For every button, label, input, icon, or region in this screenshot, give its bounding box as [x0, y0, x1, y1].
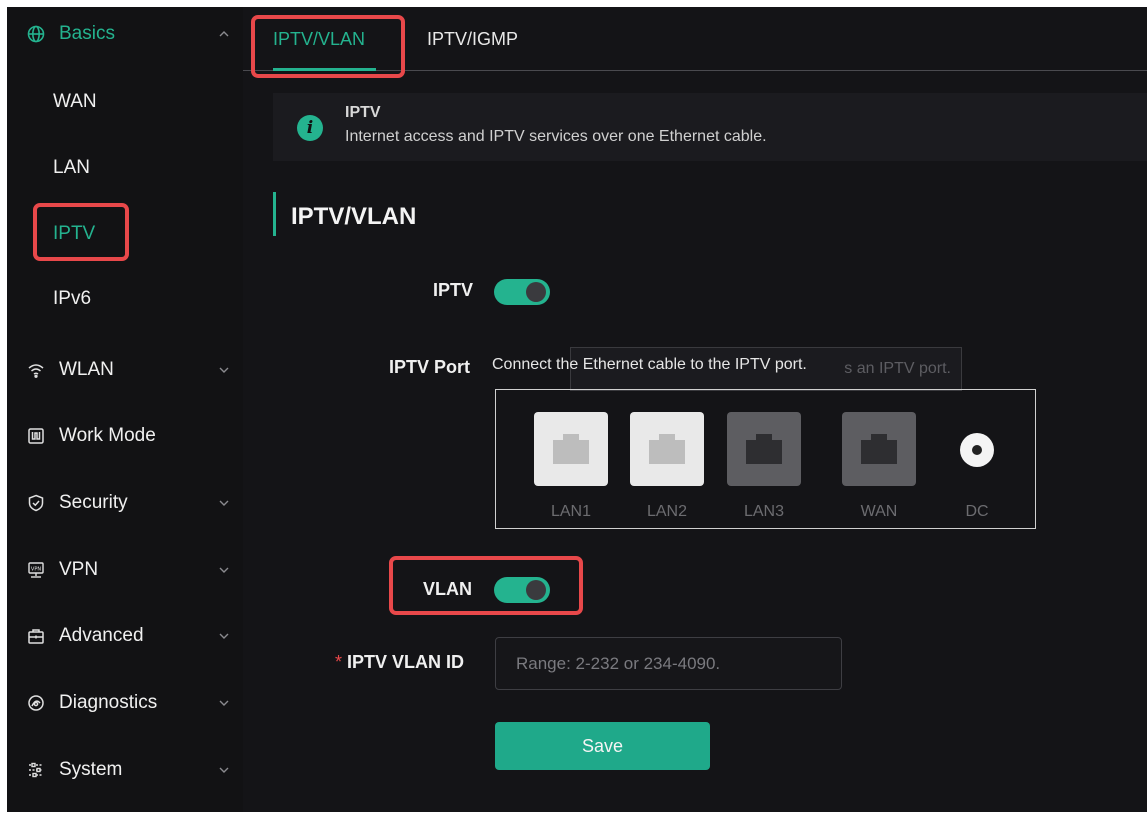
- sidebar-group-diagnostics[interactable]: Diagnostics: [7, 683, 243, 723]
- tab-bar: IPTV/VLAN IPTV/IGMP: [243, 7, 1147, 71]
- chevron-down-icon[interactable]: [217, 629, 231, 643]
- diagnostics-icon: [27, 694, 45, 712]
- toggle-knob: [526, 580, 546, 600]
- sidebar-group-advanced[interactable]: Advanced: [7, 616, 243, 656]
- vlan-id-label-row: * IPTV VLAN ID: [335, 652, 464, 673]
- sidebar-group-wlan[interactable]: WLAN: [7, 350, 243, 390]
- sidebar-group-label: System: [59, 759, 123, 780]
- sidebar-group-label: Security: [59, 492, 128, 513]
- vlan-toggle[interactable]: [494, 577, 550, 603]
- port-lan3[interactable]: [727, 412, 801, 486]
- port-label: DC: [965, 503, 989, 520]
- tooltip-ghost-text: s an IPTV port.: [844, 360, 951, 377]
- info-banner: i IPTV Internet access and IPTV services…: [273, 93, 1147, 161]
- tab-iptv-igmp[interactable]: IPTV/IGMP: [427, 29, 518, 50]
- required-mark: *: [335, 652, 343, 672]
- iptv-port-label: IPTV Port: [389, 357, 471, 377]
- section-title: IPTV/VLAN: [291, 203, 417, 230]
- ethernet-port-icon: [746, 434, 782, 464]
- info-icon: i: [297, 115, 323, 141]
- port-label: LAN2: [646, 503, 688, 520]
- sidebar-group-label: WLAN: [59, 359, 114, 380]
- sidebar-group-label: Basics: [59, 23, 115, 44]
- port-lan1[interactable]: [534, 412, 608, 486]
- port-label: WAN: [860, 503, 898, 520]
- iptv-toggle[interactable]: [494, 279, 550, 305]
- chevron-down-icon[interactable]: [217, 496, 231, 510]
- sidebar-group-label: Diagnostics: [59, 692, 158, 713]
- chevron-down-icon[interactable]: [217, 696, 231, 710]
- vlan-id-label: IPTV VLAN ID: [347, 652, 465, 672]
- sidebar-item-iptv[interactable]: IPTV: [53, 219, 95, 249]
- toggle-knob: [526, 282, 546, 302]
- port-label: LAN3: [743, 503, 785, 520]
- sidebar-item-lan[interactable]: LAN: [53, 153, 90, 183]
- shield-icon: [27, 494, 45, 512]
- iptv-port-hint: Connect the Ethernet cable to the IPTV p…: [492, 356, 807, 373]
- save-button[interactable]: Save: [495, 722, 710, 770]
- chevron-down-icon[interactable]: [217, 763, 231, 777]
- router-admin-app: Basics WAN LAN IPTV IPv6 WLAN Work Mode: [7, 7, 1147, 812]
- ethernet-port-icon: [649, 434, 685, 464]
- work-mode-icon: [27, 427, 45, 445]
- sidebar-group-label: VPN: [59, 559, 99, 580]
- chevron-down-icon[interactable]: [217, 563, 231, 577]
- port-lan2[interactable]: [630, 412, 704, 486]
- section-accent-bar: [273, 192, 276, 236]
- ethernet-port-icon: [861, 434, 897, 464]
- sidebar-group-basics[interactable]: Basics: [7, 14, 243, 54]
- sliders-icon: [27, 761, 45, 779]
- dc-power-icon: [960, 433, 994, 467]
- svg-text:VPN: VPN: [31, 566, 41, 572]
- ethernet-port-icon: [553, 434, 589, 464]
- vlan-id-field[interactable]: [495, 637, 842, 690]
- sidebar-group-vpn[interactable]: VPN VPN: [7, 550, 243, 590]
- port-wan: [842, 412, 916, 486]
- globe-icon: [27, 25, 45, 43]
- sidebar-group-security[interactable]: Security: [7, 483, 243, 523]
- vlan-label: VLAN: [423, 579, 472, 599]
- toolbox-icon: [27, 627, 45, 645]
- info-description: Internet access and IPTV services over o…: [345, 128, 767, 145]
- sidebar-group-work-mode[interactable]: Work Mode: [7, 416, 243, 456]
- vlan-id-input[interactable]: [496, 638, 841, 689]
- info-title: IPTV: [345, 104, 381, 121]
- chevron-up-icon[interactable]: [217, 27, 231, 41]
- vpn-icon: VPN: [27, 561, 45, 579]
- wifi-icon: [27, 361, 45, 379]
- main-content: IPTV/VLAN IPTV/IGMP i IPTV Internet acce…: [243, 7, 1147, 812]
- sidebar-item-ipv6[interactable]: IPv6: [53, 284, 91, 314]
- tab-iptv-vlan[interactable]: IPTV/VLAN: [273, 29, 365, 50]
- active-tab-indicator: [273, 68, 376, 71]
- port-label: LAN1: [550, 503, 592, 520]
- sidebar: Basics WAN LAN IPTV IPv6 WLAN Work Mode: [7, 7, 243, 812]
- ports-panel: LAN1 LAN2 LAN3 WAN DC: [495, 389, 1036, 529]
- iptv-label: IPTV: [433, 280, 474, 300]
- sidebar-group-system[interactable]: System: [7, 750, 243, 790]
- chevron-down-icon[interactable]: [217, 363, 231, 377]
- sidebar-group-label: Work Mode: [59, 425, 156, 446]
- sidebar-group-label: Advanced: [59, 625, 144, 646]
- sidebar-item-wan[interactable]: WAN: [53, 87, 97, 117]
